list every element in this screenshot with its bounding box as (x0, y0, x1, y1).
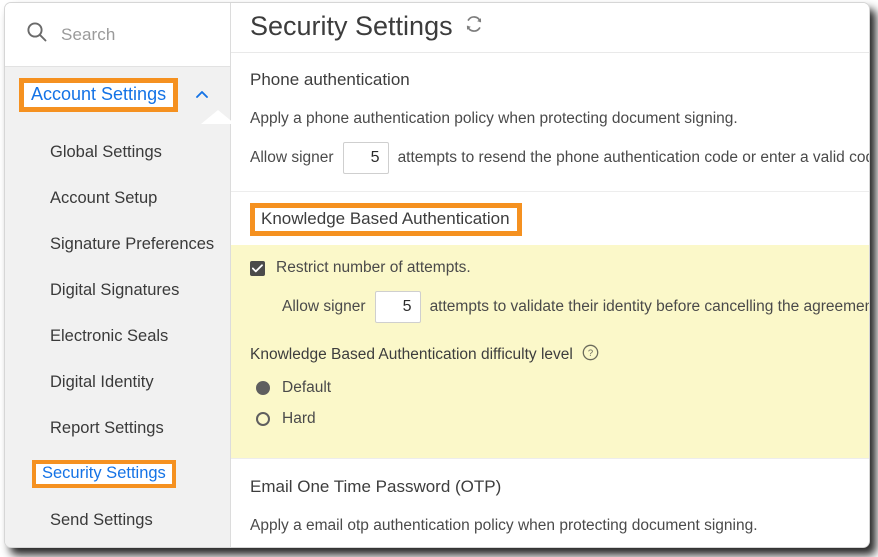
kba-body-highlighted: Restrict number of attempts. Allow signe… (231, 245, 869, 458)
section-title: Knowledge Based Authentication (261, 209, 510, 228)
kba-restrict-label: Restrict number of attempts. (276, 259, 471, 276)
kba-option-default[interactable]: Default (250, 366, 869, 397)
sidebar-item-electronic-seals[interactable]: Electronic Seals (5, 313, 230, 359)
security-settings-highlight: Security Settings (32, 460, 176, 488)
sidebar-item-digital-signatures[interactable]: Digital Signatures (5, 267, 230, 313)
sidebar-item-signature-preferences[interactable]: Signature Preferences (5, 221, 230, 267)
section-description: Apply a phone authentication policy when… (250, 110, 738, 127)
sidebar-item-label: Electronic Seals (50, 326, 169, 345)
kba-difficulty-label-row: Knowledge Based Authentication difficult… (250, 323, 869, 366)
kba-difficulty-label: Knowledge Based Authentication difficult… (250, 346, 573, 363)
sidebar-item-label: Digital Identity (50, 372, 154, 391)
section-kba: Knowledge Based Authentication (231, 191, 869, 236)
sidebar-nav-list: Global Settings Account Setup Signature … (5, 123, 230, 543)
sidebar: Search Account Settings Global Settings (5, 3, 235, 547)
sidebar-item-report-settings[interactable]: Report Settings (5, 405, 230, 451)
radio-unselected-icon[interactable] (256, 412, 270, 426)
attempts-prefix-label: Allow signer (282, 298, 366, 315)
attempts-suffix-label: attempts to resend the phone authenticat… (397, 149, 869, 166)
sidebar-item-label: Send Settings (50, 510, 153, 529)
search-input[interactable]: Search (5, 3, 230, 67)
section-title: Phone authentication (250, 70, 410, 89)
search-icon (26, 21, 48, 48)
sidebar-item-label: Report Settings (50, 418, 164, 437)
sidebar-group-account-settings[interactable]: Account Settings (5, 67, 235, 124)
sidebar-item-label: Account Setup (50, 188, 158, 207)
sidebar-item-label: Security Settings (42, 464, 166, 482)
group-pointer-triangle (201, 110, 235, 124)
radio-selected-icon[interactable] (256, 381, 270, 395)
sidebar-item-send-settings[interactable]: Send Settings (5, 497, 230, 543)
sidebar-item-digital-identity[interactable]: Digital Identity (5, 359, 230, 405)
section-email-otp: Email One Time Password (OTP) Apply a em… (231, 458, 869, 547)
kba-attempts-input[interactable] (374, 291, 421, 323)
kba-restrict-row[interactable]: Restrict number of attempts. (250, 259, 869, 277)
help-circle-icon[interactable]: ? (582, 344, 599, 366)
sidebar-item-label: Signature Preferences (50, 234, 215, 253)
sidebar-item-security-settings[interactable]: Security Settings (5, 451, 230, 497)
account-settings-highlight: Account Settings (19, 78, 179, 112)
sidebar-group-label: Account Settings (31, 84, 167, 104)
sidebar-item-account-setup[interactable]: Account Setup (5, 175, 230, 221)
phone-attempts-row: Allow signer attempts to resend the phon… (250, 128, 869, 174)
sidebar-item-label: Digital Signatures (50, 280, 180, 299)
page-header: Security Settings (231, 3, 869, 53)
checkbox-checked-icon[interactable] (250, 260, 265, 276)
kba-section-title-highlight: Knowledge Based Authentication (250, 203, 522, 236)
svg-text:?: ? (588, 348, 593, 359)
section-phone-authentication: Phone authentication Apply a phone authe… (231, 53, 869, 174)
kba-attempts-row: Allow signer attempts to validate their … (250, 277, 869, 323)
refresh-icon[interactable] (464, 14, 484, 39)
email-otp-attempts-row: Allow signer attempts to resend the emai… (250, 535, 869, 547)
main-panel: Security Settings Phone authentication A… (231, 3, 869, 547)
page-title: Security Settings (250, 11, 453, 41)
section-title: Email One Time Password (OTP) (250, 477, 502, 496)
screenshot-root: Search Account Settings Global Settings (0, 0, 878, 557)
sidebar-item-global-settings[interactable]: Global Settings (5, 129, 230, 175)
phone-attempts-input[interactable] (342, 142, 389, 174)
section-description: Apply a email otp authentication policy … (250, 517, 758, 534)
radio-label: Default (282, 379, 332, 396)
attempts-suffix-label: attempts to validate their identity befo… (429, 298, 869, 315)
sidebar-item-label: Global Settings (50, 142, 162, 161)
attempts-prefix-label: Allow signer (250, 149, 334, 166)
kba-highlight-box: Knowledge Based Authentication (250, 203, 522, 236)
kba-option-hard[interactable]: Hard (250, 397, 869, 428)
radio-label: Hard (282, 410, 316, 427)
app-card: Search Account Settings Global Settings (4, 2, 870, 548)
chevron-up-icon[interactable] (194, 87, 210, 103)
search-placeholder: Search (61, 24, 116, 44)
